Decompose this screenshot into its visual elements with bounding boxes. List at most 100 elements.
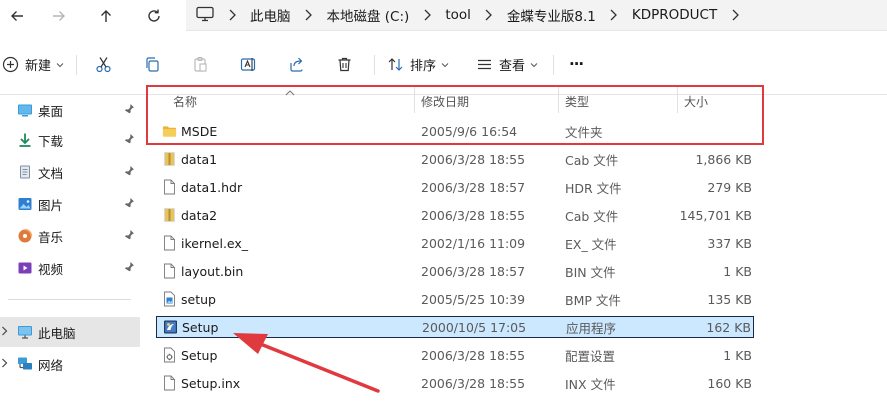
share-button[interactable] xyxy=(288,53,305,75)
pin-icon[interactable] xyxy=(124,165,135,179)
cut-button[interactable] xyxy=(95,53,112,75)
chevron-down-icon xyxy=(530,57,538,72)
refresh-button[interactable] xyxy=(141,3,167,29)
chevron-right-icon[interactable] xyxy=(291,9,327,21)
chevron-right-icon[interactable] xyxy=(1,357,8,371)
delete-button[interactable] xyxy=(336,53,353,75)
pin-icon[interactable] xyxy=(124,197,135,211)
sidebar-item-desktop[interactable]: 桌面 xyxy=(0,95,140,125)
pin-icon[interactable] xyxy=(124,103,135,117)
sidebar-item-network[interactable]: 网络 xyxy=(0,349,140,379)
chevron-right-icon[interactable] xyxy=(596,9,632,21)
file-row-data2[interactable]: data2 2006/3/28 18:55 Cab 文件 145,701 KB xyxy=(156,205,754,227)
chevron-right-icon[interactable] xyxy=(471,9,507,21)
file-row-data1[interactable]: data1 2006/3/28 18:55 Cab 文件 1,866 KB xyxy=(156,149,754,171)
plus-circle-icon xyxy=(2,56,19,72)
column-header-size[interactable]: 大小 xyxy=(684,87,708,115)
toolbar-divider xyxy=(374,55,375,75)
copy-icon xyxy=(146,56,159,72)
new-button[interactable]: 新建 xyxy=(2,53,64,75)
sort-ascending-icon xyxy=(285,85,295,99)
up-button[interactable] xyxy=(93,3,119,29)
file-row-setup-bmp[interactable]: setup 2005/5/25 10:39 BMP 文件 135 KB xyxy=(156,289,754,311)
pin-icon[interactable] xyxy=(124,133,135,147)
breadcrumb-this-pc[interactable]: 此电脑 xyxy=(250,5,291,25)
file-type: 配置设置 xyxy=(565,348,616,364)
file-row-ikernel[interactable]: ikernel.ex_ 2002/1/16 11:09 EX_ 文件 337 K… xyxy=(156,233,754,255)
sidebar-item-pictures[interactable]: 图片 xyxy=(0,189,140,219)
rename-button[interactable] xyxy=(240,53,257,75)
file-modified: 2006/3/28 18:55 xyxy=(421,207,526,223)
chevron-down-icon xyxy=(56,57,64,72)
file-name: Setup xyxy=(182,319,219,335)
file-modified: 2006/3/28 18:55 xyxy=(421,151,526,167)
column-divider[interactable] xyxy=(414,87,415,113)
file-name: data2 xyxy=(181,207,218,223)
pin-icon[interactable] xyxy=(124,229,135,243)
sidebar-item-documents[interactable]: 文档 xyxy=(0,157,140,187)
file-size: 337 KB xyxy=(707,235,752,251)
chevron-down-icon xyxy=(441,57,449,72)
sidebar-item-music[interactable]: 音乐 xyxy=(0,221,140,251)
breadcrumb-kingdee[interactable]: 金蝶专业版8.1 xyxy=(507,5,596,25)
file-type: HDR 文件 xyxy=(565,180,622,196)
file-row-setup-ini[interactable]: Setup 2006/3/28 18:55 配置设置 1 KB xyxy=(156,345,754,367)
column-divider[interactable] xyxy=(558,87,559,113)
command-bar: 新建 排序 查看 ··· xyxy=(0,33,887,95)
file-icon xyxy=(161,233,177,253)
file-name: Setup xyxy=(181,347,218,363)
config-settings-icon xyxy=(161,345,177,365)
cab-file-icon xyxy=(161,205,177,225)
file-row-msde[interactable]: MSDE 2005/9/6 16:54 文件夹 xyxy=(156,121,754,143)
sidebar-item-label: 视频 xyxy=(38,261,64,277)
file-type: Cab 文件 xyxy=(565,208,619,224)
file-modified: 2000/10/5 17:05 xyxy=(422,319,527,335)
address-bar[interactable]: 此电脑 本地磁盘 (C:) tool 金蝶专业版8.1 KDPRODUCT xyxy=(186,0,887,31)
breadcrumb-local-disk[interactable]: 本地磁盘 (C:) xyxy=(327,5,410,25)
sidebar-item-this-pc[interactable]: 此电脑 xyxy=(0,317,140,347)
arrow-right-icon xyxy=(53,11,65,21)
file-size: 279 KB xyxy=(707,179,752,195)
file-type: BIN 文件 xyxy=(565,264,616,280)
chevron-right-icon[interactable] xyxy=(1,325,8,339)
file-type: 文件夹 xyxy=(565,124,603,140)
breadcrumb-tool[interactable]: tool xyxy=(445,7,471,23)
sidebar-divider xyxy=(8,299,131,300)
file-name: ikernel.ex_ xyxy=(181,235,249,251)
forward-button[interactable] xyxy=(46,3,72,29)
videos-icon xyxy=(17,260,33,276)
copy-button[interactable] xyxy=(144,53,161,75)
column-header-modified[interactable]: 修改日期 xyxy=(421,87,469,115)
scissors-icon xyxy=(96,56,111,72)
column-header-type[interactable]: 类型 xyxy=(565,87,589,115)
column-divider[interactable] xyxy=(677,87,678,113)
sort-label: 排序 xyxy=(410,58,437,74)
file-row-layout-bin[interactable]: layout.bin 2006/3/28 18:57 BIN 文件 1 KB xyxy=(156,261,754,283)
file-name: MSDE xyxy=(181,123,218,139)
sidebar-item-videos[interactable]: 视频 xyxy=(0,253,140,283)
sidebar-item-label: 文档 xyxy=(38,165,64,181)
view-button[interactable]: 查看 xyxy=(476,53,538,75)
file-row-setup-inx[interactable]: Setup.inx 2006/3/28 18:55 INX 文件 160 KB xyxy=(156,373,754,395)
chevron-right-icon[interactable] xyxy=(717,9,753,21)
back-button[interactable] xyxy=(4,3,30,29)
file-type: BMP 文件 xyxy=(565,292,621,308)
file-size: 145,701 KB xyxy=(679,207,752,223)
pin-icon[interactable] xyxy=(124,261,135,275)
download-icon xyxy=(17,132,33,148)
file-row-data1-hdr[interactable]: data1.hdr 2006/3/28 18:57 HDR 文件 279 KB xyxy=(156,177,754,199)
file-row-setup-exe[interactable]: Setup 2000/10/5 17:05 应用程序 162 KB xyxy=(156,316,754,338)
desktop-icon xyxy=(17,102,33,118)
sidebar-item-downloads[interactable]: 下载 xyxy=(0,125,140,155)
chevron-right-icon[interactable] xyxy=(409,9,445,21)
column-header-name[interactable]: 名称 xyxy=(173,87,197,115)
network-icon xyxy=(17,356,33,372)
setup-app-icon xyxy=(162,317,178,337)
view-list-icon xyxy=(478,59,491,69)
sort-button[interactable]: 排序 xyxy=(387,53,449,75)
chevron-right-icon[interactable] xyxy=(214,9,250,21)
breadcrumb-kdproduct[interactable]: KDPRODUCT xyxy=(632,7,717,23)
file-modified: 2005/9/6 16:54 xyxy=(421,123,518,139)
more-options-button[interactable]: ··· xyxy=(569,53,584,75)
paste-button[interactable] xyxy=(192,53,209,75)
